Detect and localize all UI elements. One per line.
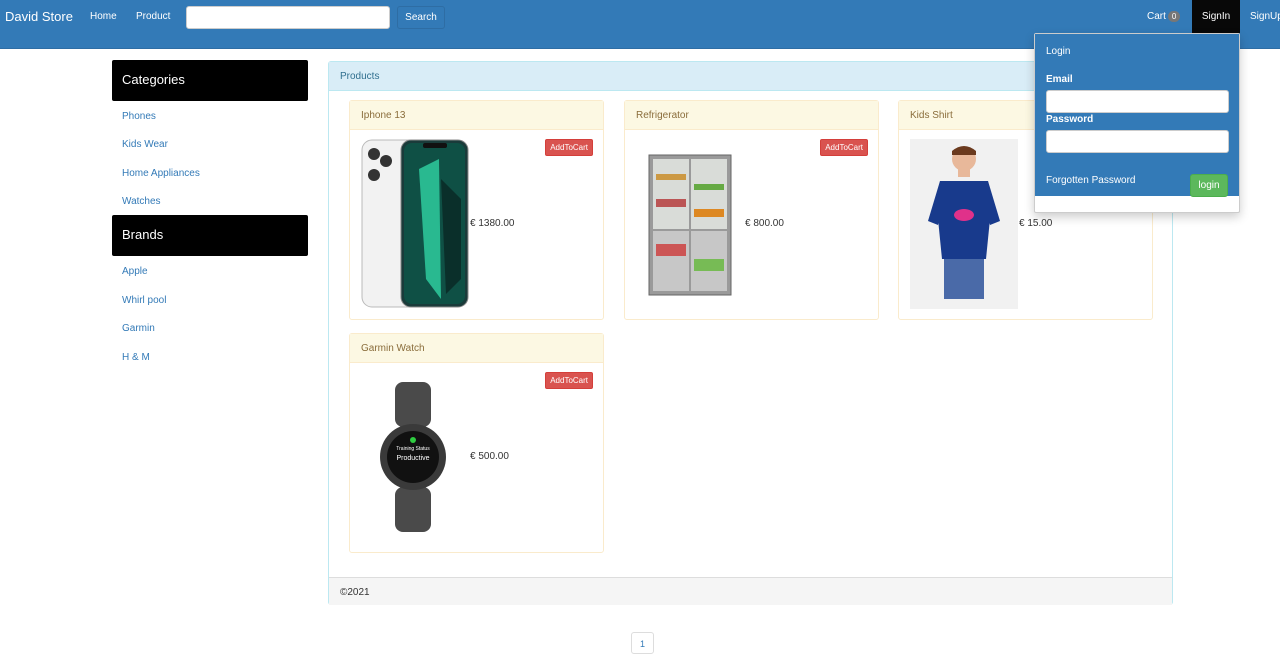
cart-label: Cart: [1147, 11, 1166, 22]
nav-home-link[interactable]: Home: [90, 11, 117, 22]
signin-link[interactable]: SignIn: [1192, 0, 1240, 33]
product-card-iphone: Iphone 13 AddToCart € 1380.00: [349, 100, 604, 320]
cart-link[interactable]: Cart 0: [1147, 11, 1181, 22]
category-link-home-appliances[interactable]: Home Appliances: [122, 168, 200, 179]
product-price: € 500.00: [470, 451, 509, 462]
category-link-watches[interactable]: Watches: [122, 196, 161, 207]
iphone-image[interactable]: [361, 139, 469, 309]
categories-heading: Categories: [112, 60, 308, 101]
brand-link[interactable]: David Store: [5, 9, 73, 24]
product-price: € 15.00: [1019, 218, 1053, 229]
refrigerator-image[interactable]: [636, 139, 744, 309]
pagination-page[interactable]: 1: [631, 632, 654, 654]
svg-text:Productive: Productive: [396, 455, 429, 462]
login-dropdown: Login Email Password Forgotten Password …: [1034, 33, 1240, 213]
search-input[interactable]: [186, 6, 390, 29]
garmin-watch-image[interactable]: Training Status Productive: [361, 372, 469, 542]
add-to-cart-button[interactable]: AddToCart: [545, 372, 593, 389]
nav-product-link[interactable]: Product: [136, 11, 170, 22]
cart-count-badge: 0: [1167, 11, 1181, 22]
login-form: Login Email Password Forgotten Password …: [1035, 34, 1239, 197]
svg-text:Training Status: Training Status: [396, 446, 430, 452]
brand-link-hm[interactable]: H & M: [122, 352, 150, 363]
forgot-password-link[interactable]: Forgotten Password: [1046, 175, 1136, 186]
brand-link-apple[interactable]: Apple: [122, 266, 148, 277]
add-to-cart-button[interactable]: AddToCart: [820, 139, 868, 156]
add-to-cart-button[interactable]: AddToCart: [545, 139, 593, 156]
email-label: Email: [1046, 74, 1073, 85]
brands-heading: Brands: [112, 215, 308, 256]
password-label: Password: [1046, 114, 1094, 125]
login-button[interactable]: login: [1190, 174, 1228, 197]
panel-footer: ©2021: [329, 577, 1172, 605]
product-price: € 1380.00: [470, 218, 515, 229]
product-name: Refrigerator: [625, 101, 878, 130]
password-field[interactable]: [1046, 130, 1229, 153]
brand-link-whirlpool[interactable]: Whirl pool: [122, 295, 166, 306]
category-link-kids-wear[interactable]: Kids Wear: [122, 139, 168, 150]
product-card-refrigerator: Refrigerator AddToCart € 800.00: [624, 100, 879, 320]
login-title: Login: [1046, 46, 1071, 57]
product-name: Garmin Watch: [350, 334, 603, 363]
email-field[interactable]: [1046, 90, 1229, 113]
product-card-garmin-watch: Garmin Watch Training Status Productive …: [349, 333, 604, 553]
signup-link[interactable]: SignUp: [1250, 11, 1280, 22]
kids-shirt-image[interactable]: [910, 139, 1018, 309]
brand-link-garmin[interactable]: Garmin: [122, 323, 155, 334]
category-link-phones[interactable]: Phones: [122, 111, 156, 122]
product-price: € 800.00: [745, 218, 784, 229]
search-button[interactable]: Search: [397, 6, 445, 29]
product-name: Iphone 13: [350, 101, 603, 130]
